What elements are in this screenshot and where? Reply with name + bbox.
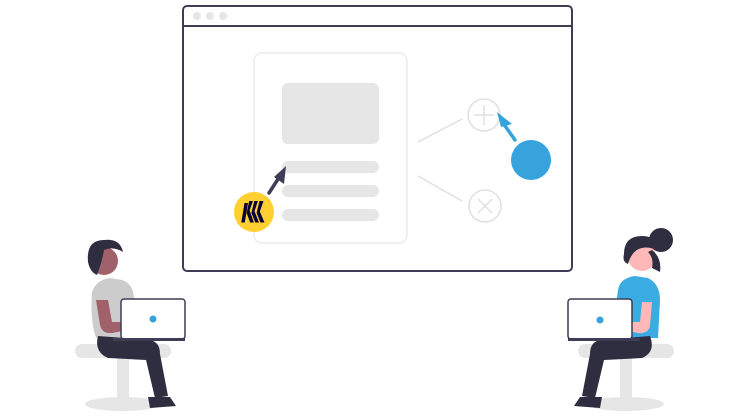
plus-icon: [467, 98, 501, 132]
text-line-3: [282, 209, 379, 221]
laptop-right: [567, 298, 640, 341]
miro-logo: [234, 192, 274, 232]
window-dot-3: [219, 12, 227, 20]
laptop-left: [113, 298, 186, 341]
image-placeholder: [282, 83, 379, 144]
illustration: [75, 5, 674, 411]
window-dot-2: [206, 12, 214, 20]
close-icon: [468, 189, 502, 223]
text-line-1: [282, 161, 379, 173]
collaborator-avatar-dot: [511, 140, 551, 180]
stool-leg-right: [620, 358, 632, 398]
person-left: [75, 239, 186, 411]
person-right: [567, 228, 674, 411]
text-line-2: [282, 185, 379, 197]
stool-leg-left: [117, 358, 129, 398]
content-card: [253, 52, 408, 244]
window-dot-1: [193, 12, 201, 20]
